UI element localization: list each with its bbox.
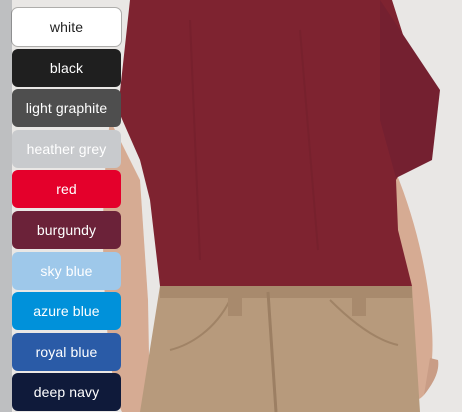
- color-swatch-label: sky blue: [40, 262, 93, 279]
- color-swatch-label: white: [49, 19, 84, 35]
- color-swatch-label: azure blue: [33, 303, 100, 320]
- color-swatch-label: red: [56, 181, 77, 198]
- color-swatch-white[interactable]: white: [11, 7, 122, 47]
- color-swatch-label: deep navy: [33, 384, 100, 401]
- color-swatch-label: royal blue: [35, 343, 98, 360]
- color-swatch-label: black: [49, 59, 84, 76]
- color-swatch-royal-blue[interactable]: royal blue: [12, 332, 121, 371]
- color-swatch-heather-grey[interactable]: heather grey: [12, 129, 121, 168]
- color-swatch-burgundy[interactable]: burgundy: [12, 211, 121, 249]
- color-swatch-deep-navy[interactable]: deep navy: [12, 373, 121, 412]
- color-swatch-red[interactable]: red: [12, 170, 121, 209]
- color-swatch-sky-blue[interactable]: sky blue: [12, 251, 121, 290]
- color-swatch-black[interactable]: black: [12, 48, 121, 87]
- color-swatch-light-graphite[interactable]: light graphite: [12, 89, 121, 128]
- color-swatch-label: light graphite: [25, 100, 108, 117]
- color-swatch-azure-blue[interactable]: azure blue: [12, 292, 121, 331]
- color-swatch-list: white black light graphite heather grey red b…: [0, 0, 130, 412]
- color-swatch-label: heather grey: [26, 140, 107, 157]
- color-swatch-label: burgundy: [36, 222, 97, 238]
